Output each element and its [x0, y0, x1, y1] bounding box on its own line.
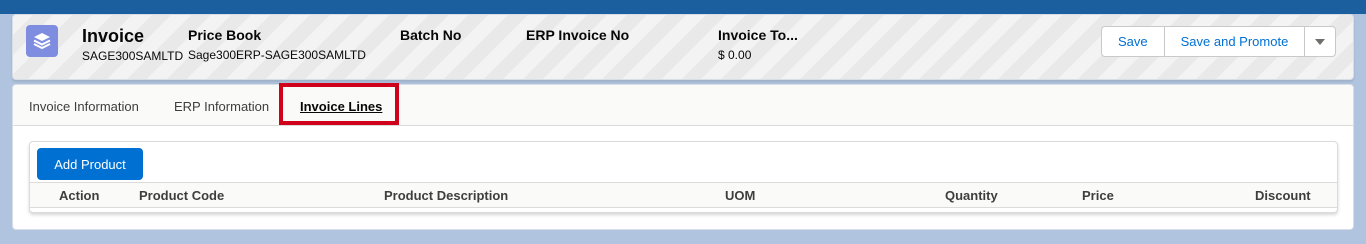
column-header-product-code[interactable]: Product Code	[139, 188, 224, 203]
field-batch-no: Batch No	[400, 27, 461, 48]
more-actions-button[interactable]	[1304, 27, 1336, 56]
top-banner	[0, 0, 1366, 14]
tab-invoice-information[interactable]: Invoice Information	[29, 99, 139, 114]
record-header: Invoice SAGE300SAMLTD Price Book Sage300…	[12, 14, 1354, 80]
field-label: Batch No	[400, 27, 462, 43]
invoice-lines-card: Add Product Action Product Code Product …	[29, 141, 1338, 213]
record-subtitle: SAGE300SAMLTD	[82, 49, 184, 63]
highlight-box	[279, 83, 399, 125]
tab-bar: Invoice Information ERP Information Invo…	[13, 85, 1353, 126]
field-invoice-total: Invoice To... $ 0.00	[718, 27, 798, 62]
record-body: Invoice Information ERP Information Invo…	[12, 83, 1354, 230]
field-label: Invoice To...	[718, 27, 798, 43]
column-header-uom[interactable]: UOM	[725, 188, 755, 203]
tab-erp-information[interactable]: ERP Information	[174, 99, 269, 114]
column-header-discount[interactable]: Discount	[1255, 188, 1311, 203]
field-value: $ 0.00	[718, 48, 752, 62]
field-label: Price Book	[188, 27, 262, 43]
add-product-button[interactable]: Add Product	[37, 148, 143, 180]
layers-icon	[26, 25, 58, 57]
field-label: ERP Invoice No	[526, 27, 630, 43]
field-erp-invoice-no: ERP Invoice No	[526, 27, 629, 48]
save-button[interactable]: Save	[1102, 27, 1164, 56]
column-header-quantity[interactable]: Quantity	[945, 188, 998, 203]
table-header: Action Product Code Product Description …	[30, 182, 1337, 208]
column-header-action[interactable]: Action	[59, 188, 99, 203]
chevron-down-icon	[1314, 34, 1326, 49]
field-price-book: Price Book Sage300ERP-SAGE300SAMLTD	[188, 27, 366, 62]
column-header-price[interactable]: Price	[1082, 188, 1114, 203]
record-title: Invoice	[82, 26, 145, 46]
header-actions: Save Save and Promote	[1101, 26, 1337, 57]
column-header-product-description[interactable]: Product Description	[384, 188, 508, 203]
save-and-promote-button[interactable]: Save and Promote	[1163, 27, 1305, 56]
field-value[interactable]: Sage300ERP-SAGE300SAMLTD	[188, 48, 366, 62]
